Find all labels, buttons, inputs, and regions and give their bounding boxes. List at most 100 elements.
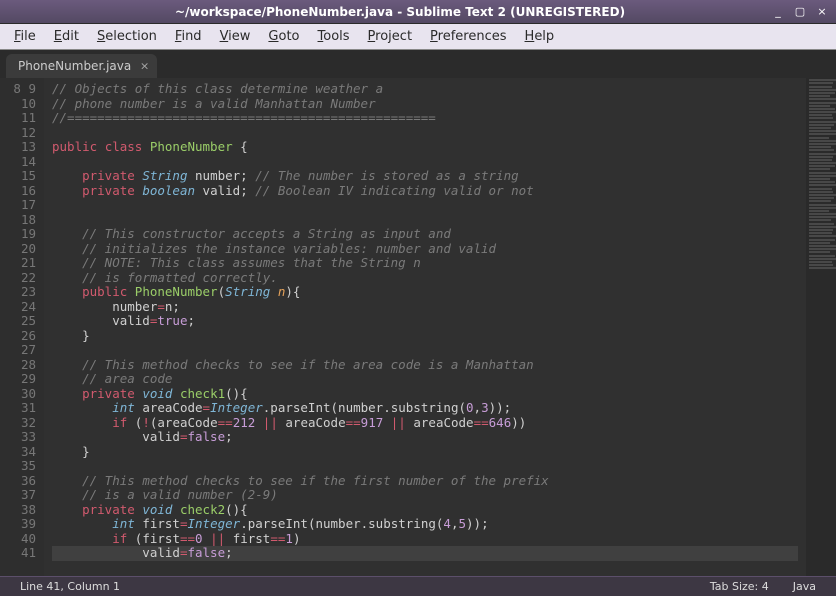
menu-edit[interactable]: Edit	[46, 27, 87, 46]
code-line: // area code	[52, 372, 798, 387]
minimap-line	[809, 156, 833, 158]
statusbar: Line 41, Column 1 Tab Size: 4 Java	[0, 576, 836, 596]
minimap-line	[809, 111, 836, 113]
maximize-button[interactable]: ▢	[792, 4, 808, 20]
gutter: 8 9 10 11 12 13 14 15 16 17 18 19 20 21 …	[0, 78, 44, 576]
minimap-line	[809, 235, 836, 237]
close-button[interactable]: ×	[814, 4, 830, 20]
minimap-line	[809, 153, 836, 155]
window-title: ~/workspace/PhoneNumber.java - Sublime T…	[30, 5, 770, 19]
minimap[interactable]	[806, 78, 836, 576]
menu-view[interactable]: View	[212, 27, 259, 46]
minimap-line	[809, 251, 830, 253]
minimap-line	[809, 79, 836, 81]
minimap-line	[809, 149, 834, 151]
close-icon[interactable]: ×	[140, 60, 149, 73]
tabbar: PhoneNumber.java ×	[0, 50, 836, 78]
minimap-line	[809, 117, 833, 119]
minimap-line	[809, 226, 836, 228]
code-line	[52, 198, 798, 213]
minimap-line	[809, 92, 835, 94]
code-line: }	[52, 445, 798, 460]
minimap-line	[809, 210, 829, 212]
code-line: private void check2(){	[52, 503, 798, 518]
code-line: if (first==0 || first==1)	[52, 532, 798, 547]
minimap-line	[809, 223, 834, 225]
minimap-line	[809, 140, 836, 142]
menu-tools[interactable]: Tools	[310, 27, 358, 46]
minimap-line	[809, 197, 834, 199]
code-line	[52, 459, 798, 474]
status-syntax[interactable]: Java	[781, 580, 828, 593]
code-line: private String number; // The number is …	[52, 169, 798, 184]
minimize-button[interactable]: _	[770, 4, 786, 20]
menu-selection[interactable]: Selection	[89, 27, 165, 46]
minimap-line	[809, 127, 831, 129]
minimap-line	[809, 137, 829, 139]
code-line: // is a valid number (2-9)	[52, 488, 798, 503]
menubar: FileEditSelectionFindViewGotoToolsProjec…	[0, 24, 836, 50]
editor[interactable]: 8 9 10 11 12 13 14 15 16 17 18 19 20 21 …	[0, 78, 836, 576]
minimap-line	[809, 191, 833, 193]
code-line	[52, 126, 798, 141]
code-line: // This method checks to see if the firs…	[52, 474, 798, 489]
menu-find[interactable]: Find	[167, 27, 210, 46]
code-line: // is formatted correctly.	[52, 271, 798, 286]
minimap-line	[809, 267, 836, 269]
minimap-line	[809, 239, 835, 241]
minimap-line	[809, 200, 831, 202]
minimap-line	[809, 264, 833, 266]
minimap-line	[809, 143, 836, 145]
minimap-line	[809, 229, 833, 231]
minimap-line	[809, 121, 836, 123]
menu-help[interactable]: Help	[517, 27, 563, 46]
minimap-line	[809, 172, 836, 174]
minimap-line	[809, 248, 836, 250]
minimap-line	[809, 261, 832, 263]
code-line	[52, 343, 798, 358]
code-line: if (!(areaCode==212 || areaCode==917 || …	[52, 416, 798, 431]
minimap-line	[809, 213, 836, 215]
minimap-line	[809, 159, 832, 161]
code-line	[52, 213, 798, 228]
minimap-line	[809, 184, 836, 186]
minimap-line	[809, 105, 830, 107]
minimap-line	[809, 194, 836, 196]
code-line: valid=false;	[52, 430, 798, 445]
code-line: private void check1(){	[52, 387, 798, 402]
menu-file[interactable]: File	[6, 27, 44, 46]
code-area[interactable]: // Objects of this class determine weath…	[44, 78, 806, 576]
minimap-line	[809, 130, 836, 132]
minimap-line	[809, 98, 836, 100]
titlebar: ~/workspace/PhoneNumber.java - Sublime T…	[0, 0, 836, 24]
minimap-line	[809, 108, 835, 110]
code-line: // This method checks to see if the area…	[52, 358, 798, 373]
code-line: }	[52, 329, 798, 344]
code-line: // initializes the instance variables: n…	[52, 242, 798, 257]
minimap-line	[809, 204, 836, 206]
tab-phonenumber[interactable]: PhoneNumber.java ×	[6, 54, 157, 78]
minimap-line	[809, 255, 835, 257]
minimap-line	[809, 242, 830, 244]
code-line: valid=false;	[52, 546, 798, 561]
menu-preferences[interactable]: Preferences	[422, 27, 514, 46]
minimap-line	[809, 89, 836, 91]
status-tabsize[interactable]: Tab Size: 4	[698, 580, 781, 593]
menu-project[interactable]: Project	[360, 27, 421, 46]
minimap-line	[809, 102, 836, 104]
tab-label: PhoneNumber.java	[18, 59, 131, 73]
code-line: public PhoneNumber(String n){	[52, 285, 798, 300]
minimap-line	[809, 168, 830, 170]
minimap-line	[809, 245, 836, 247]
minimap-line	[809, 165, 835, 167]
minimap-line	[809, 188, 832, 190]
code-line: int first=Integer.parseInt(number.substr…	[52, 517, 798, 532]
code-line: number=n;	[52, 300, 798, 315]
minimap-line	[809, 95, 830, 97]
minimap-line	[809, 207, 836, 209]
minimap-line	[809, 258, 836, 260]
minimap-line	[809, 216, 836, 218]
menu-goto[interactable]: Goto	[260, 27, 307, 46]
status-cursor[interactable]: Line 41, Column 1	[8, 580, 132, 593]
code-line: public class PhoneNumber {	[52, 140, 798, 155]
